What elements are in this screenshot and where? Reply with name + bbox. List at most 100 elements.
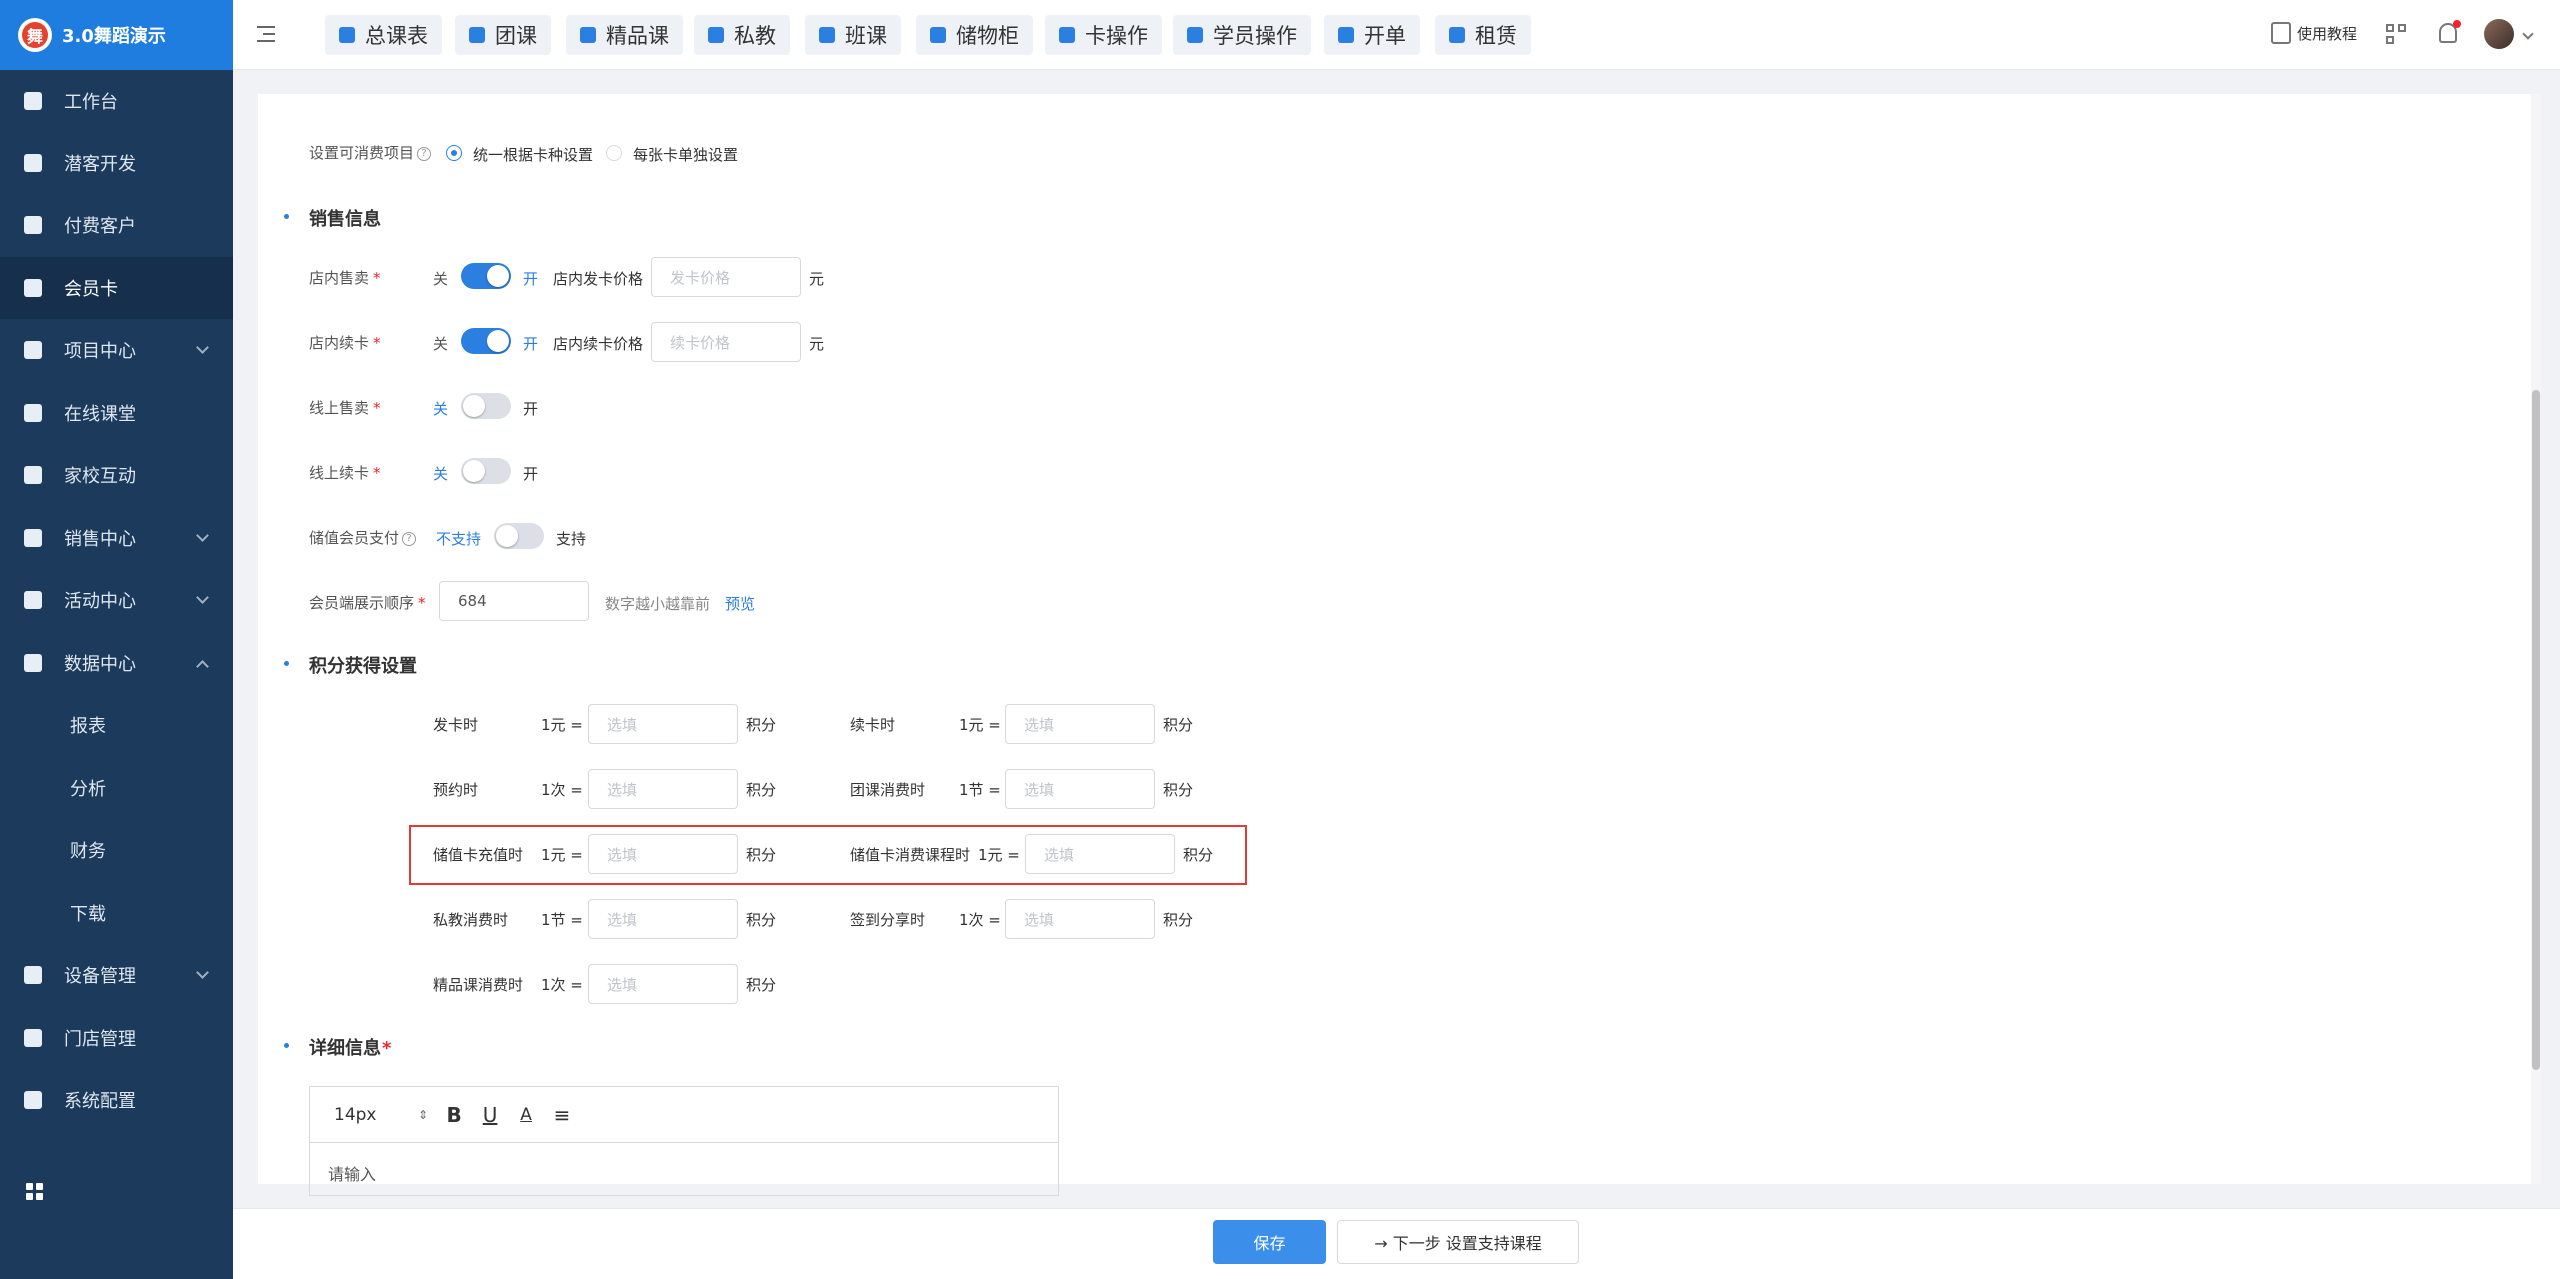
stored-pay-toggle[interactable] xyxy=(494,523,544,549)
sidebar-item-sales-center[interactable]: 销售中心 xyxy=(0,507,233,569)
sidebar-subitem-download[interactable]: 下载 xyxy=(0,882,233,944)
contact-icon xyxy=(24,466,42,484)
notification-dot xyxy=(2453,20,2461,28)
sidebar-item-paying-customers[interactable]: 付费客户 xyxy=(0,194,233,256)
sidebar-item-project-center[interactable]: 项目中心 xyxy=(0,319,233,381)
online-sale-label: 线上售卖 * xyxy=(309,399,381,417)
tab-rental[interactable]: 租赁 xyxy=(1435,15,1531,55)
points-private-input[interactable]: 选填 xyxy=(588,899,738,939)
points-label: 预约时 xyxy=(433,781,479,799)
tab-group-class[interactable]: 团课 xyxy=(455,15,551,55)
tab-premium-class[interactable]: 精品课 xyxy=(566,15,683,55)
tab-private-lesson[interactable]: 私教 xyxy=(694,15,790,55)
list-icon xyxy=(24,341,42,359)
points-unit: 积分 xyxy=(746,781,777,799)
points-label: 精品课消费时 xyxy=(433,976,524,994)
radio-unified[interactable] xyxy=(446,145,462,161)
font-color-icon[interactable]: A xyxy=(516,1105,536,1125)
font-size-select[interactable]: 14px xyxy=(334,1105,424,1125)
points-recharge-input[interactable]: 选填 xyxy=(588,834,738,874)
sidebar-subitem-finance[interactable]: 财务 xyxy=(0,819,233,881)
points-unit: 积分 xyxy=(746,976,777,994)
menu-collapse-icon[interactable] xyxy=(257,26,275,42)
apps-grid-icon[interactable] xyxy=(26,1183,44,1201)
toggle-on-label: 开 xyxy=(523,270,539,288)
display-order-label: 会员端展示顺序 * xyxy=(309,594,426,612)
sidebar-item-data-center[interactable]: 数据中心 xyxy=(0,632,233,694)
bold-icon[interactable]: B xyxy=(444,1103,464,1127)
align-icon[interactable]: ≡ xyxy=(552,1103,572,1127)
preview-link[interactable]: 预览 xyxy=(725,593,755,614)
points-stored-consume-input[interactable]: 选填 xyxy=(1025,834,1175,874)
bell-icon[interactable] xyxy=(2439,20,2461,43)
sidebar-item-system-config[interactable]: 系统配置 xyxy=(0,1069,233,1131)
sidebar-item-label: 潜客开发 xyxy=(64,154,136,175)
display-order-input[interactable]: 684 xyxy=(439,581,589,621)
sidebar-item-home-school[interactable]: 家校互动 xyxy=(0,444,233,506)
points-label: 私教消费时 xyxy=(433,911,509,929)
sidebar-item-label: 在线课堂 xyxy=(64,404,136,425)
chevron-down-icon[interactable] xyxy=(2522,28,2534,40)
sidebar-subitem-reports[interactable]: 报表 xyxy=(0,694,233,756)
points-checkin-input[interactable]: 选填 xyxy=(1005,899,1155,939)
store-sale-toggle[interactable] xyxy=(461,263,511,289)
rich-text-editor[interactable]: 14px ⇕ B U A ≡ 请输入 xyxy=(309,1086,1059,1196)
tutorial-link[interactable]: 使用教程 xyxy=(2271,22,2357,44)
tutorial-label: 使用教程 xyxy=(2297,24,2358,43)
brand-header[interactable]: 舞 3.0舞蹈演示 xyxy=(0,0,233,70)
save-button[interactable]: 保存 xyxy=(1213,1220,1326,1264)
scrollbar-thumb[interactable] xyxy=(2532,390,2540,1070)
points-group-class-input[interactable]: 选填 xyxy=(1005,769,1155,809)
online-sale-toggle[interactable] xyxy=(461,393,511,419)
currency-unit: 元 xyxy=(809,270,825,288)
points-booking-input[interactable]: 选填 xyxy=(588,769,738,809)
underline-icon[interactable]: U xyxy=(480,1103,500,1127)
sidebar-item-activity-center[interactable]: 活动中心 xyxy=(0,569,233,631)
tab-order[interactable]: 开单 xyxy=(1324,15,1420,55)
tab-class[interactable]: 班课 xyxy=(805,15,901,55)
points-premium-input[interactable]: 选填 xyxy=(588,964,738,1004)
toggle-off-label: 关 xyxy=(433,270,449,288)
points-rate: 1次 = xyxy=(541,976,583,994)
sidebar-item-label: 付费客户 xyxy=(64,216,136,237)
toggle-on-label: 开 xyxy=(523,465,539,483)
consume-label: 设置可消费项目? xyxy=(309,142,432,163)
section-bullet xyxy=(284,661,289,666)
sidebar-item-prospects[interactable]: 潜客开发 xyxy=(0,132,233,194)
sidebar-item-device-management[interactable]: 设备管理 xyxy=(0,944,233,1006)
tab-locker[interactable]: 储物柜 xyxy=(916,15,1033,55)
sidebar-item-label: 门店管理 xyxy=(64,1029,136,1050)
points-label: 储值卡消费课程时 xyxy=(850,846,971,864)
points-renew-input[interactable]: 选填 xyxy=(1005,704,1155,744)
avatar[interactable] xyxy=(2484,19,2514,49)
tab-schedule[interactable]: 总课表 xyxy=(325,15,442,55)
sidebar-item-online-classroom[interactable]: 在线课堂 xyxy=(0,382,233,444)
tab-label: 团课 xyxy=(495,24,537,48)
points-rate: 1节 = xyxy=(541,911,583,929)
points-rate: 1节 = xyxy=(959,781,1001,799)
radio-unified-label[interactable]: 统一根据卡种设置 xyxy=(473,144,593,165)
sidebar-item-store-management[interactable]: 门店管理 xyxy=(0,1007,233,1069)
store-renew-toggle[interactable] xyxy=(461,328,511,354)
locker-icon xyxy=(930,27,946,43)
help-icon: ? xyxy=(402,531,417,546)
online-renew-toggle[interactable] xyxy=(461,458,511,484)
sidebar-item-membership-card[interactable]: 会员卡 xyxy=(0,257,233,319)
points-unit: 积分 xyxy=(1183,846,1214,864)
store-renew-price-input[interactable]: 续卡价格 xyxy=(651,322,801,362)
tab-card-operation[interactable]: 卡操作 xyxy=(1045,15,1162,55)
editor-toolbar: 14px ⇕ B U A ≡ xyxy=(310,1087,1058,1143)
tab-student-operation[interactable]: 学员操作 xyxy=(1173,15,1311,55)
points-rate: 1元 = xyxy=(978,846,1020,864)
toggle-off-label: 关 xyxy=(433,335,449,353)
radio-per-card-label[interactable]: 每张卡单独设置 xyxy=(633,144,738,165)
qr-code-icon[interactable] xyxy=(2386,24,2406,44)
radio-per-card[interactable] xyxy=(606,145,622,161)
sidebar-item-workbench[interactable]: 工作台 xyxy=(0,70,233,132)
store-sale-price-input[interactable]: 发卡价格 xyxy=(651,257,801,297)
sidebar-subitem-analysis[interactable]: 分析 xyxy=(0,757,233,819)
next-step-button[interactable]: → 下一步 设置支持课程 xyxy=(1337,1220,1579,1264)
section-title-sales: 销售信息 xyxy=(309,209,381,230)
stored-pay-label: 储值会员支付? xyxy=(309,527,417,548)
points-issue-input[interactable]: 选填 xyxy=(588,704,738,744)
